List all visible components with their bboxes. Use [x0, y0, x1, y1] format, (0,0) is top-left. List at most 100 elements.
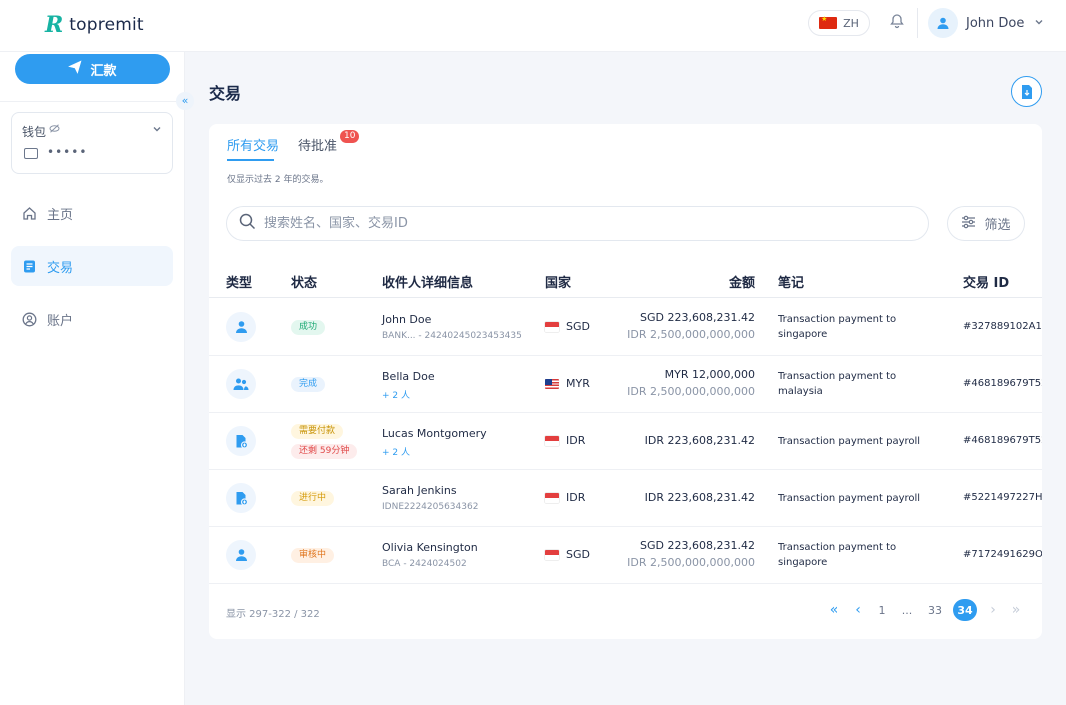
notification-bell-icon[interactable]	[886, 13, 908, 35]
transactions-icon	[21, 258, 37, 274]
singapore-flag-icon	[545, 321, 559, 332]
column-header-recipient[interactable]: 收件人详细信息	[382, 272, 473, 291]
table-row[interactable]: 需要付款 还剩 59分钟 Lucas Montgomery + 2 人 IDR …	[209, 413, 1042, 470]
sidebar-item-label: 主页	[47, 207, 74, 223]
sidebar-item-account[interactable]: 账户	[11, 299, 173, 339]
transaction-note: Transaction payment to singapore	[778, 542, 897, 568]
table-header: 类型 状态 收件人详细信息 国家 金额 笔记 交易 ID	[209, 264, 1042, 298]
amount-secondary: IDR 2,500,000,000,000	[627, 385, 755, 398]
amount-primary: SGD 223,608,231.42	[640, 539, 755, 552]
wallet-icon	[24, 148, 38, 159]
wallet-label: 钱包	[22, 125, 47, 139]
tab-pending-approval[interactable]: 待批准	[298, 135, 337, 154]
column-header-notes[interactable]: 笔记	[778, 272, 804, 291]
pending-count-badge: 10	[340, 130, 360, 143]
transaction-note: Transaction payment to malaysia	[778, 371, 897, 397]
page-title: 交易	[209, 84, 242, 103]
country-cell: MYR	[545, 377, 590, 390]
person-icon	[226, 540, 256, 570]
country-currency: IDR	[566, 491, 586, 504]
country-currency: SGD	[566, 548, 590, 561]
filter-sliders-icon	[961, 215, 976, 233]
table-row[interactable]: 成功 John Doe BANK... - 24240245023453435 …	[209, 299, 1042, 356]
sidebar-divider	[0, 101, 185, 102]
country-currency: MYR	[566, 377, 590, 390]
user-avatar-icon	[928, 8, 958, 38]
country-cell: SGD	[545, 548, 590, 561]
page-button-first[interactable]: 1	[873, 599, 891, 621]
transaction-id[interactable]: #5221497227H5	[963, 492, 1042, 503]
table-row[interactable]: 完成 Bella Doe + 2 人 MYR MYR 12,000,000 ID…	[209, 356, 1042, 413]
status-badge: 进行中	[291, 491, 335, 506]
document-icon	[226, 483, 256, 513]
export-document-button[interactable]	[1011, 76, 1042, 107]
page-button-previous[interactable]: 33	[923, 599, 947, 621]
transaction-note: Transaction payment payroll	[778, 436, 921, 447]
amount-primary: IDR 223,608,231.42	[644, 434, 755, 447]
transaction-id[interactable]: #468189679T52	[963, 435, 1042, 446]
status-badge: 成功	[291, 320, 326, 335]
country-cell: IDR	[545, 491, 585, 504]
sidebar-item-home[interactable]: 主页	[11, 193, 173, 233]
recipient-count[interactable]: + 2 人	[382, 445, 410, 458]
active-tab-indicator	[227, 159, 274, 161]
send-plane-icon	[68, 60, 82, 78]
send-money-button[interactable]: 汇款	[15, 54, 170, 84]
transaction-id[interactable]: #468189679T52	[963, 378, 1042, 389]
indonesia-flag-icon	[545, 435, 559, 446]
account-icon	[21, 311, 37, 327]
sidebar-item-transactions[interactable]: 交易	[11, 246, 173, 286]
eye-off-icon[interactable]	[49, 124, 60, 136]
search-box[interactable]	[226, 206, 929, 241]
recipient-name: Olivia Kensington	[382, 541, 478, 554]
logo-text: topremit	[69, 15, 144, 35]
chevron-down-icon	[1034, 17, 1044, 30]
status-badge: 需要付款	[291, 424, 344, 439]
tab-all-transactions[interactable]: 所有交易	[227, 135, 279, 154]
china-flag-icon	[819, 15, 838, 29]
column-header-transaction-id[interactable]: 交易 ID	[963, 272, 1009, 291]
filter-button[interactable]: 筛选	[947, 206, 1025, 241]
column-header-status[interactable]: 状态	[291, 272, 317, 291]
page-button-current[interactable]: 34	[953, 599, 977, 621]
transaction-id[interactable]: #327889102A1A	[963, 321, 1042, 332]
group-icon	[226, 369, 256, 399]
table-row[interactable]: 进行中 Sarah Jenkins IDNE2224205634362 IDR …	[209, 470, 1042, 527]
sidebar-item-label: 账户	[47, 313, 74, 329]
last-page-icon[interactable]: »	[1006, 599, 1026, 621]
column-header-amount[interactable]: 金额	[729, 272, 755, 291]
recipient-name: Lucas Montgomery	[382, 427, 487, 440]
transaction-id[interactable]: #7172491629OK	[963, 549, 1042, 560]
amount-secondary: IDR 2,500,000,000,000	[627, 328, 755, 341]
status-badge: 完成	[291, 377, 326, 392]
country-cell: IDR	[545, 434, 585, 447]
next-page-icon[interactable]: ›	[985, 599, 1001, 621]
recipient-detail: BANK... - 24240245023453435	[382, 331, 522, 341]
search-input[interactable]	[264, 216, 904, 231]
topremit-logo[interactable]: R topremit	[45, 14, 144, 36]
top-bar: R topremit ZH John Doe	[0, 0, 1066, 52]
recipient-name: Bella Doe	[382, 370, 435, 383]
pagination-summary: 显示 297-322 / 322	[226, 609, 320, 620]
singapore-flag-icon	[545, 549, 559, 560]
recipient-detail: IDNE2224205634362	[382, 502, 479, 512]
collapse-sidebar-icon[interactable]: «	[176, 92, 194, 110]
filter-label: 筛选	[984, 218, 1011, 233]
first-page-icon[interactable]: «	[825, 599, 843, 621]
transaction-note: Transaction payment payroll	[778, 493, 921, 504]
previous-page-icon[interactable]: ‹	[850, 599, 866, 621]
indonesia-flag-icon	[545, 492, 559, 503]
document-icon	[226, 426, 256, 456]
table-row[interactable]: 审核中 Olivia Kensington BCA - 2424024502 S…	[209, 527, 1042, 584]
wallet-card[interactable]: 钱包 •••••	[11, 112, 173, 174]
user-menu[interactable]: John Doe	[928, 8, 1044, 38]
recipient-count[interactable]: + 2 人	[382, 388, 410, 401]
column-header-country[interactable]: 国家	[545, 272, 571, 291]
recipient-name: John Doe	[382, 313, 432, 326]
column-header-type[interactable]: 类型	[226, 272, 252, 291]
country-currency: SGD	[566, 320, 590, 333]
wallet-balance-masked: •••••	[47, 145, 88, 159]
wallet-chevron-icon[interactable]	[152, 124, 162, 137]
language-switcher[interactable]: ZH	[808, 10, 870, 36]
send-money-label: 汇款	[90, 63, 117, 79]
